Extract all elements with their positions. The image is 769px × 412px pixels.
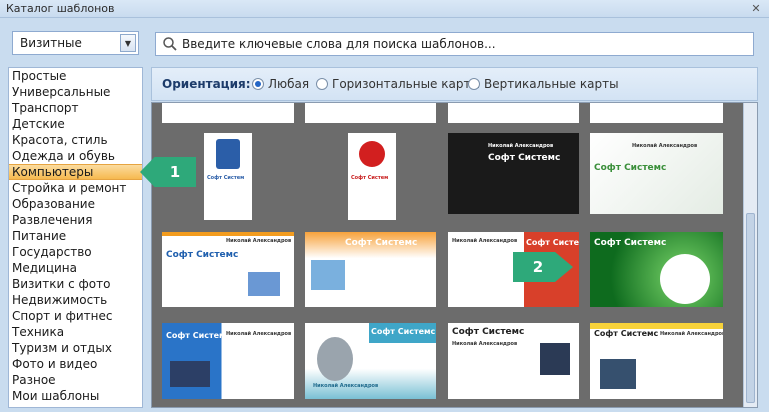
card-person: Николай Александров xyxy=(660,331,723,337)
orientation-vertical-radio[interactable]: Вертикальные карты xyxy=(468,77,619,91)
template-card[interactable] xyxy=(305,103,436,123)
category-item[interactable]: Образование xyxy=(9,196,142,212)
template-card[interactable]: Софт Системс xyxy=(305,232,436,307)
gallery-scrollbar[interactable] xyxy=(743,103,757,407)
category-item[interactable]: Одежда и обувь xyxy=(9,148,142,164)
category-item[interactable]: Спорт и фитнес xyxy=(9,308,142,324)
card-brand: Софт Системс xyxy=(594,238,667,248)
category-item[interactable]: Техника xyxy=(9,324,142,340)
computer-icon xyxy=(540,343,570,375)
template-card[interactable]: Софт Системс xyxy=(590,232,723,307)
orientation-any-radio[interactable]: Любая xyxy=(252,77,309,91)
title-bar: Каталог шаблонов ✕ xyxy=(0,0,769,18)
template-card[interactable]: Николай Александров Софт Системс xyxy=(590,133,723,214)
computer-icon xyxy=(600,359,636,389)
category-list[interactable]: Простые Универсальные Транспорт Детские … xyxy=(8,67,143,408)
radio-label: Вертикальные карты xyxy=(484,77,619,91)
callout-1: 1 xyxy=(140,157,196,187)
card-person: Николай Александров xyxy=(488,143,554,149)
chevron-down-icon[interactable]: ▼ xyxy=(120,34,136,52)
category-item[interactable]: Фото и видео xyxy=(9,356,142,372)
card-brand: Софт Системс xyxy=(594,329,659,338)
template-card[interactable]: Николай Александров Софт Системс xyxy=(162,232,294,307)
search-icon xyxy=(163,37,177,51)
laptop-icon xyxy=(170,361,210,387)
category-item[interactable]: Визитки с фото xyxy=(9,276,142,292)
card-person: Николай Александров xyxy=(452,341,518,347)
card-person: Николай Александров xyxy=(632,143,698,149)
template-type-select[interactable]: Визитные ▼ xyxy=(12,31,139,55)
card-brand: Софт Систем xyxy=(207,175,245,181)
orientation-horizontal-radio[interactable]: Горизонтальные карты xyxy=(316,77,480,91)
card-brand: Софт Системс xyxy=(594,163,667,173)
tools-icon xyxy=(359,141,385,167)
card-brand: Софт Системс xyxy=(488,153,561,163)
template-search[interactable]: Введите ключевые слова для поиска шаблон… xyxy=(155,32,754,56)
category-item[interactable]: Простые xyxy=(9,68,142,84)
scrollbar-thumb[interactable] xyxy=(746,213,755,403)
card-person: Николай Александров xyxy=(226,238,292,244)
template-card[interactable]: Софт Систем xyxy=(348,133,396,220)
radio-checked-icon xyxy=(252,78,264,90)
category-item[interactable]: Мои шаблоны xyxy=(9,388,142,404)
category-item[interactable]: Медицина xyxy=(9,260,142,276)
category-item[interactable]: Питание xyxy=(9,228,142,244)
card-person: Николай Александров xyxy=(226,331,292,337)
search-input[interactable]: Введите ключевые слова для поиска шаблон… xyxy=(182,37,496,51)
card-person: Николай Александров xyxy=(452,238,518,244)
radio-icon xyxy=(316,78,328,90)
category-item[interactable]: Разное xyxy=(9,372,142,388)
computer-icon xyxy=(660,254,710,304)
card-brand: Софт Системс xyxy=(526,238,579,247)
window-title: Каталог шаблонов xyxy=(6,2,115,15)
category-item[interactable]: Детские xyxy=(9,116,142,132)
card-brand: Софт Системс xyxy=(345,238,418,248)
template-card[interactable]: Николай Александров Софт Системс xyxy=(448,133,579,214)
computer-icon xyxy=(311,260,345,290)
card-brand: Софт Системс xyxy=(166,250,239,260)
radio-label: Любая xyxy=(268,77,310,91)
orientation-bar: Ориентация: Любая Горизонтальные карты В… xyxy=(151,67,758,101)
template-card[interactable] xyxy=(590,103,723,123)
template-gallery[interactable]: Софт Систем Софт Систем Николай Александ… xyxy=(151,102,758,408)
monitor-icon xyxy=(216,139,240,169)
category-item[interactable]: Развлечения xyxy=(9,212,142,228)
card-brand: Софт Систем xyxy=(351,175,389,181)
close-icon[interactable]: ✕ xyxy=(747,1,765,16)
card-brand: Софт Системс xyxy=(371,327,436,336)
category-item[interactable]: Туризм и отдых xyxy=(9,340,142,356)
category-item[interactable]: Стройка и ремонт xyxy=(9,180,142,196)
template-card[interactable]: Софт Системс Николай Александров xyxy=(162,323,294,399)
template-card[interactable] xyxy=(162,103,294,123)
category-item[interactable]: Государство xyxy=(9,244,142,260)
radio-icon xyxy=(468,78,480,90)
template-type-value: Визитные xyxy=(20,36,82,50)
template-card[interactable]: Софт Системс Николай Александров xyxy=(590,323,723,399)
category-item[interactable]: Транспорт xyxy=(9,100,142,116)
template-card[interactable]: Софт Системс Николай Александров xyxy=(305,323,436,399)
computer-icon xyxy=(248,272,280,296)
template-card[interactable]: Софт Системс Николай Александров xyxy=(448,323,579,399)
category-item[interactable]: Недвижимость xyxy=(9,292,142,308)
card-person: Николай Александров xyxy=(313,383,379,389)
category-item-selected[interactable]: Компьютеры xyxy=(9,164,142,180)
mouse-icon xyxy=(317,337,353,381)
card-brand: Софт Системс xyxy=(452,327,525,337)
category-item[interactable]: Красота, стиль xyxy=(9,132,142,148)
card-brand: Софт Системс xyxy=(166,331,231,340)
category-item[interactable]: Универсальные xyxy=(9,84,142,100)
template-card[interactable]: Софт Систем xyxy=(204,133,252,220)
template-card[interactable] xyxy=(448,103,579,123)
radio-label: Горизонтальные карты xyxy=(332,77,480,91)
orientation-label: Ориентация: xyxy=(162,77,251,91)
